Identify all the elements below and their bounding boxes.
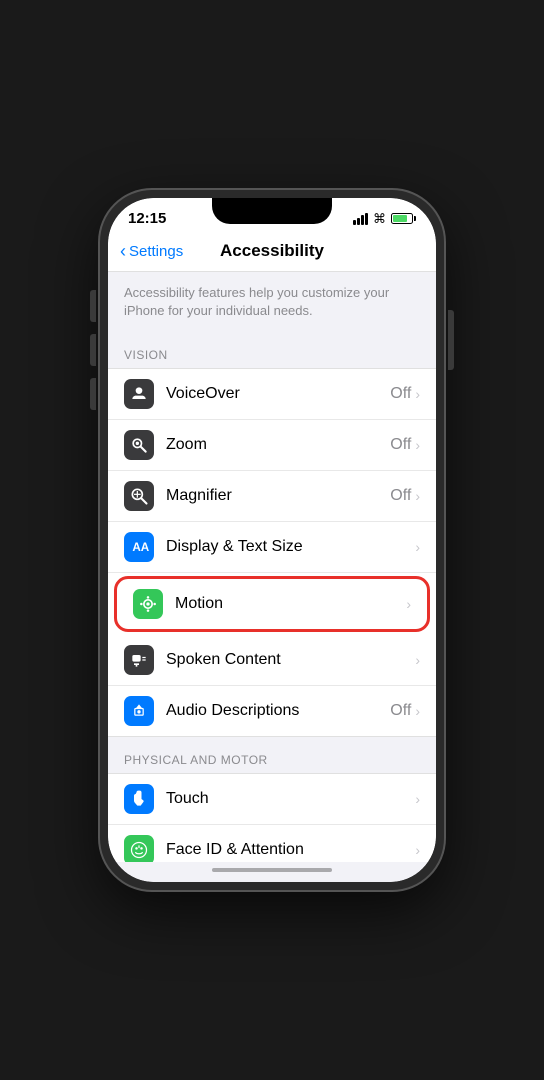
spoken-svg	[129, 650, 149, 670]
magnifier-value: Off	[390, 487, 411, 505]
magnifier-icon	[124, 481, 154, 511]
display-label: Display & Text Size	[166, 538, 415, 556]
voiceover-item[interactable]: VoiceOver Off ›	[108, 369, 436, 420]
spoken-chevron-icon: ›	[415, 652, 420, 668]
back-chevron-icon: ‹	[120, 242, 126, 260]
voiceover-value: Off	[390, 385, 411, 403]
touch-chevron-icon: ›	[415, 791, 420, 807]
spoken-icon	[124, 645, 154, 675]
home-bar	[212, 868, 332, 872]
phone-frame: 12:15 ⌘	[100, 190, 444, 890]
voiceover-chevron-icon: ›	[415, 386, 420, 402]
physical-group: Touch ›	[108, 773, 436, 862]
motion-chevron-icon: ›	[406, 596, 411, 612]
audio-label: Audio Descriptions	[166, 702, 390, 720]
motion-label: Motion	[175, 595, 406, 613]
signal-bars-icon	[353, 213, 368, 225]
display-chevron-icon: ›	[415, 539, 420, 555]
spoken-label: Spoken Content	[166, 651, 415, 669]
back-label: Settings	[129, 243, 183, 260]
zoom-label: Zoom	[166, 436, 390, 454]
status-icons: ⌘	[353, 211, 416, 227]
settings-content: Accessibility features help you customiz…	[108, 272, 436, 862]
accessibility-description: Accessibility features help you customiz…	[108, 272, 436, 332]
vision-section: VISION VoiceOver Off	[108, 332, 436, 737]
magnifier-svg	[129, 486, 149, 506]
spoken-item[interactable]: Spoken Content ›	[108, 635, 436, 686]
back-button[interactable]: ‹ Settings	[120, 242, 183, 260]
home-indicator	[108, 862, 436, 882]
motion-icon	[133, 589, 163, 619]
audio-icon	[124, 696, 154, 726]
display-item[interactable]: AA Display & Text Size ›	[108, 522, 436, 573]
audio-value: Off	[390, 702, 411, 720]
voiceover-icon	[124, 379, 154, 409]
touch-label: Touch	[166, 790, 415, 808]
zoom-chevron-icon: ›	[415, 437, 420, 453]
touch-item[interactable]: Touch ›	[108, 774, 436, 825]
magnifier-chevron-icon: ›	[415, 488, 420, 504]
motion-item[interactable]: Motion ›	[114, 576, 430, 632]
audio-chevron-icon: ›	[415, 703, 420, 719]
display-icon: AA	[124, 532, 154, 562]
faceid-svg	[129, 840, 149, 860]
faceid-label: Face ID & Attention	[166, 841, 415, 859]
faceid-item[interactable]: Face ID & Attention ›	[108, 825, 436, 862]
audio-item[interactable]: Audio Descriptions Off ›	[108, 686, 436, 736]
voiceover-label: VoiceOver	[166, 385, 390, 403]
vision-group: VoiceOver Off ›	[108, 368, 436, 737]
faceid-icon	[124, 835, 154, 862]
display-svg: AA	[129, 537, 149, 557]
voiceover-svg	[129, 384, 149, 404]
nav-bar: ‹ Settings Accessibility	[108, 233, 436, 272]
touch-svg	[129, 789, 149, 809]
physical-section: PHYSICAL AND MOTOR Touch ›	[108, 737, 436, 862]
magnifier-label: Magnifier	[166, 487, 390, 505]
touch-icon	[124, 784, 154, 814]
battery-icon	[391, 213, 416, 224]
zoom-value: Off	[390, 436, 411, 454]
vision-section-header: VISION	[108, 332, 436, 368]
screen-content: 12:15 ⌘	[108, 198, 436, 882]
notch	[212, 198, 332, 224]
zoom-svg	[129, 435, 149, 455]
zoom-item[interactable]: Zoom Off ›	[108, 420, 436, 471]
physical-section-header: PHYSICAL AND MOTOR	[108, 737, 436, 773]
status-time: 12:15	[128, 210, 166, 227]
audio-svg	[129, 701, 149, 721]
faceid-chevron-icon: ›	[415, 842, 420, 858]
magnifier-item[interactable]: Magnifier Off ›	[108, 471, 436, 522]
zoom-icon	[124, 430, 154, 460]
svg-text:AA: AA	[132, 542, 149, 555]
phone-screen: 12:15 ⌘	[108, 198, 436, 882]
nav-title: Accessibility	[220, 241, 324, 261]
motion-svg	[138, 594, 158, 614]
wifi-icon: ⌘	[373, 211, 386, 227]
